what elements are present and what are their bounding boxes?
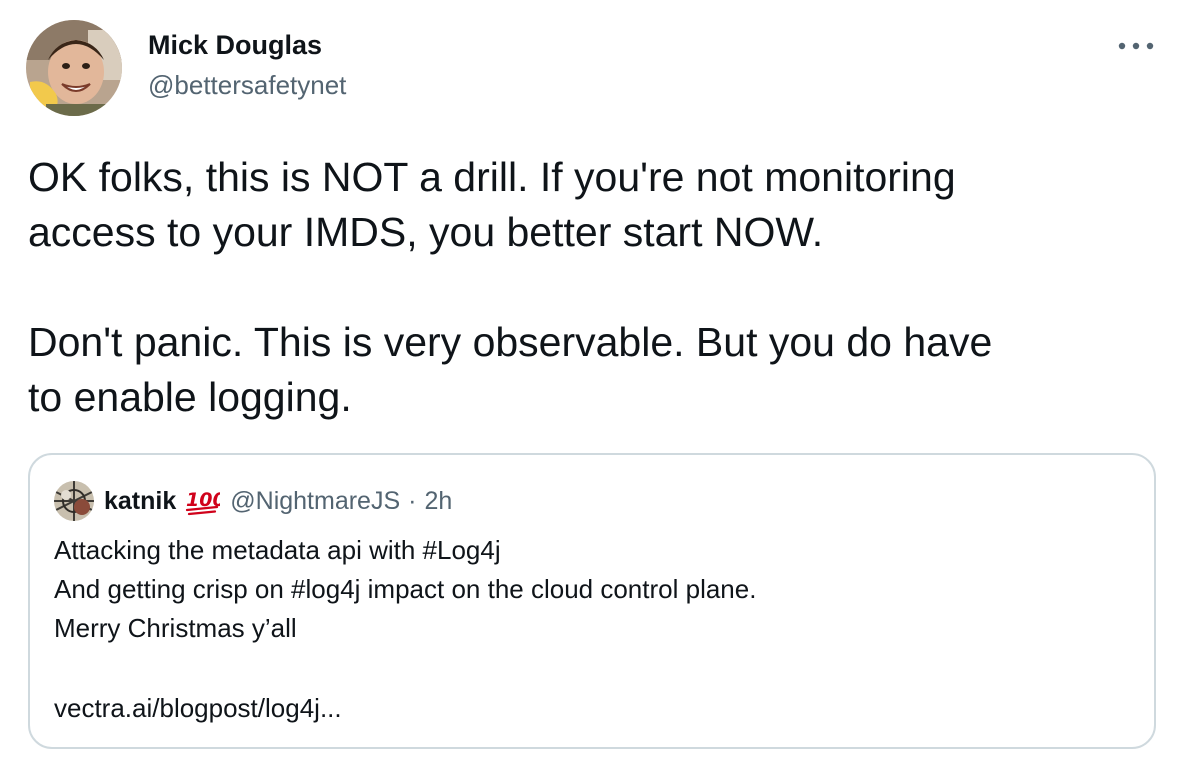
author-avatar[interactable] xyxy=(26,20,122,116)
more-horizontal-icon xyxy=(1118,42,1154,50)
tweet-text-line: Don't panic. This is very observable. Bu… xyxy=(28,319,993,365)
quoted-text-line: Merry Christmas y’all xyxy=(54,613,297,643)
separator-dot: · xyxy=(408,486,417,515)
more-options-button[interactable] xyxy=(1110,28,1162,64)
quoted-author-name: katnik xyxy=(104,486,177,515)
tweet-text-line: to enable logging. xyxy=(28,374,352,420)
quoted-text-line: And getting crisp on #log4j impact on th… xyxy=(54,574,757,604)
hundred-points-icon: 100 xyxy=(184,486,226,516)
author-handle[interactable]: @bettersafetynet xyxy=(148,70,346,101)
author-avatar-image xyxy=(26,20,122,116)
tweet-text: OK folks, this is NOT a drill. If you're… xyxy=(28,150,1148,425)
quoted-tweet-text: Attacking the metadata api with #Log4j A… xyxy=(54,531,1134,728)
quoted-text-line: Attacking the metadata api with #Log4j xyxy=(54,535,501,565)
quoted-tweet-card[interactable]: katnik 100 @NightmareJS · 2h Attacking t… xyxy=(28,453,1156,749)
quoted-author-avatar-image xyxy=(54,481,94,521)
tweet-text-line: OK folks, this is NOT a drill. If you're… xyxy=(28,154,956,200)
quoted-tweet-header: katnik 100 @NightmareJS · 2h xyxy=(54,481,452,521)
quoted-tweet-link[interactable]: vectra.ai/blogpost/log4j... xyxy=(54,693,342,723)
author-name[interactable]: Mick Douglas xyxy=(148,30,322,61)
quoted-tweet-time[interactable]: 2h xyxy=(424,487,452,516)
quoted-author-avatar xyxy=(54,481,94,521)
quoted-author-handle: @NightmareJS xyxy=(230,486,401,515)
tweet-text-line: access to your IMDS, you better start NO… xyxy=(28,209,824,255)
